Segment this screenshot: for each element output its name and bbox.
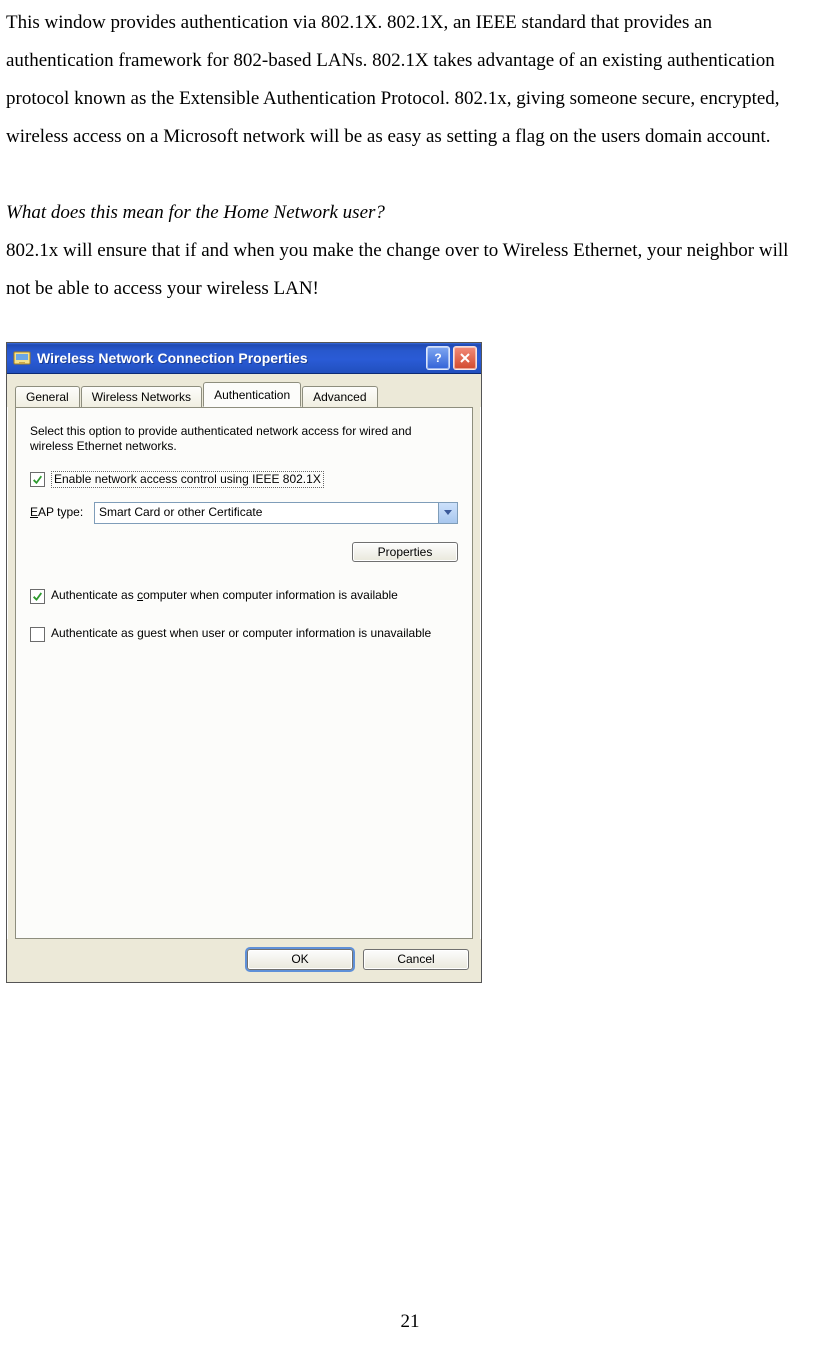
checkbox-enable-8021x[interactable] bbox=[30, 472, 45, 487]
tab-wireless-networks[interactable]: Wireless Networks bbox=[81, 386, 202, 408]
chevron-down-icon[interactable] bbox=[438, 503, 457, 523]
eap-type-value: Smart Card or other Certificate bbox=[95, 503, 438, 523]
tab-general[interactable]: General bbox=[15, 386, 80, 408]
panel-description: Select this option to provide authentica… bbox=[30, 424, 458, 453]
close-button[interactable] bbox=[453, 346, 477, 370]
dialog-footer: OK Cancel bbox=[7, 939, 481, 981]
authentication-panel: Select this option to provide authentica… bbox=[15, 407, 473, 939]
help-button[interactable]: ? bbox=[426, 346, 450, 370]
titlebar[interactable]: Wireless Network Connection Properties ? bbox=[7, 343, 481, 374]
eap-type-label: EAP type: bbox=[30, 505, 94, 519]
paragraph-1: This window provides authentication via … bbox=[6, 4, 812, 156]
tabstrip: General Wireless Networks Authentication… bbox=[7, 374, 481, 407]
checkbox-auth-as-computer[interactable] bbox=[30, 589, 45, 604]
checkbox-auth-as-computer-label: Authenticate as computer when computer i… bbox=[51, 588, 398, 602]
properties-button[interactable]: Properties bbox=[352, 542, 458, 562]
properties-dialog: Wireless Network Connection Properties ?… bbox=[6, 342, 482, 983]
tab-authentication[interactable]: Authentication bbox=[203, 382, 301, 407]
checkbox-enable-8021x-label: Enable network access control using IEEE… bbox=[51, 471, 324, 487]
network-icon bbox=[13, 349, 31, 367]
eap-type-combo[interactable]: Smart Card or other Certificate bbox=[94, 502, 458, 524]
paragraph-2: 802.1x will ensure that if and when you … bbox=[6, 232, 812, 308]
cancel-button[interactable]: Cancel bbox=[363, 949, 469, 969]
tab-advanced[interactable]: Advanced bbox=[302, 386, 377, 408]
page-number: 21 bbox=[0, 1303, 820, 1341]
dialog-title: Wireless Network Connection Properties bbox=[37, 350, 423, 367]
ok-button[interactable]: OK bbox=[247, 949, 353, 969]
question-heading: What does this mean for the Home Network… bbox=[6, 194, 812, 232]
checkbox-auth-as-guest-label: Authenticate as guest when user or compu… bbox=[51, 626, 431, 640]
checkbox-auth-as-guest[interactable] bbox=[30, 627, 45, 642]
